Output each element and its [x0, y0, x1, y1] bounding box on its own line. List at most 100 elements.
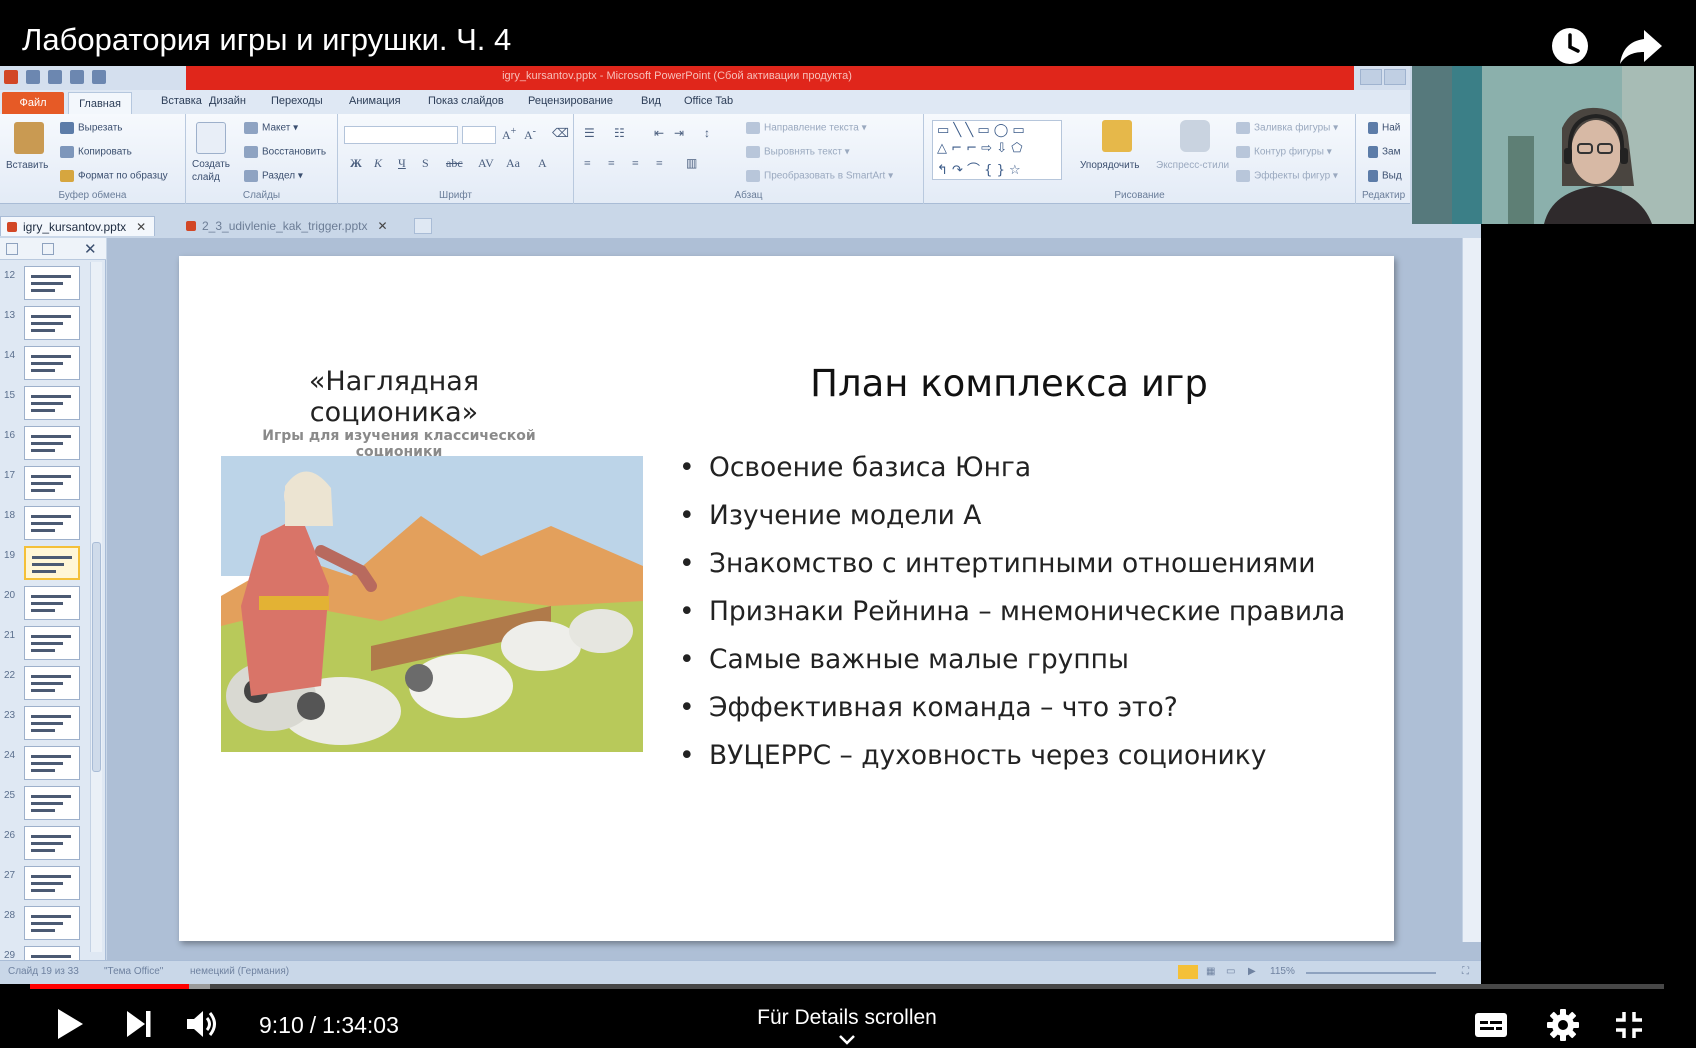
outline-view-icon[interactable]	[42, 243, 54, 255]
maximize-button[interactable]	[1384, 69, 1406, 85]
tab-home[interactable]: Главная	[68, 92, 132, 116]
arrange-icon[interactable]	[1102, 120, 1132, 152]
underline-icon[interactable]: Ч	[398, 156, 406, 171]
doc-tab[interactable]: 2_3_udivlenie_kak_trigger.pptx ✕	[180, 216, 396, 236]
tab-design[interactable]: Дизайн	[209, 95, 246, 107]
indent-decrease-icon[interactable]: ⇤	[654, 126, 664, 141]
smartart-icon	[746, 170, 760, 182]
cut-button[interactable]: Вырезать	[60, 122, 122, 134]
bold-icon[interactable]: Ж	[350, 156, 362, 171]
tab-transitions[interactable]: Переходы	[271, 95, 323, 107]
tab-file[interactable]: Файл	[2, 92, 64, 114]
align-text-button[interactable]: Выровнять текст ▾	[746, 146, 850, 158]
shrink-font-icon[interactable]: A-	[524, 126, 536, 143]
arrange-button[interactable]: Упорядочить	[1080, 160, 1140, 171]
reading-view-icon[interactable]: ▭	[1226, 966, 1235, 977]
tab-office-tab[interactable]: Office Tab	[684, 95, 733, 107]
watch-later-icon[interactable]	[1548, 24, 1592, 68]
list-item: Признаки Рейнина – мнемонические правила	[679, 596, 1345, 644]
spacing-icon[interactable]: AV	[478, 156, 494, 171]
paste-button[interactable]: Вставить	[6, 160, 48, 171]
window-caption: igry_kursantov.pptx - Microsoft PowerPoi…	[502, 70, 852, 82]
subtitles-icon[interactable]	[1474, 1012, 1508, 1038]
close-panel-icon[interactable]: ✕	[84, 240, 97, 258]
strikethrough-icon[interactable]: abc	[446, 156, 463, 171]
play-icon[interactable]	[56, 1008, 84, 1040]
text-direction-button[interactable]: Направление текста ▾	[746, 122, 867, 134]
font-color-icon[interactable]: A	[538, 156, 547, 171]
thumbnail-preview	[24, 546, 80, 580]
normal-view-icon[interactable]	[1178, 965, 1198, 979]
copy-button[interactable]: Копировать	[60, 146, 132, 158]
tab-slideshow[interactable]: Показ слайдов	[428, 95, 504, 107]
close-icon[interactable]: ✕	[136, 220, 146, 234]
progress-bar[interactable]	[30, 984, 1664, 989]
clear-format-icon[interactable]: ⌫	[552, 126, 569, 141]
zoom-slider[interactable]	[1306, 972, 1436, 974]
sorter-view-icon[interactable]: ▦	[1206, 966, 1215, 977]
slides-view-icon[interactable]	[6, 243, 18, 255]
paste-icon[interactable]	[14, 122, 44, 154]
justify-icon[interactable]: ≡	[656, 156, 663, 171]
language-indicator[interactable]: немецкий (Германия)	[190, 966, 289, 977]
settings-gear-icon[interactable]	[1546, 1008, 1580, 1042]
brush-icon	[60, 170, 74, 182]
align-center-icon[interactable]: ≡	[608, 156, 615, 171]
tab-view[interactable]: Вид	[641, 95, 661, 107]
volume-icon[interactable]	[186, 1008, 220, 1040]
close-icon[interactable]: ✕	[377, 219, 387, 233]
change-case-icon[interactable]: Aa	[506, 156, 520, 171]
fit-slide-icon[interactable]: ⛶	[1462, 966, 1469, 977]
exit-fullscreen-icon[interactable]	[1614, 1010, 1644, 1040]
find-button[interactable]: Най	[1368, 122, 1400, 134]
doc-tab-active[interactable]: igry_kursantov.pptx ✕	[0, 216, 156, 236]
group-label: Абзац	[734, 190, 763, 201]
align-left-icon[interactable]: ≡	[584, 156, 591, 171]
zoom-level[interactable]: 115%	[1270, 966, 1295, 977]
shadow-icon[interactable]: S	[422, 156, 429, 171]
reset-button[interactable]: Восстановить	[244, 146, 326, 158]
chevron-down-icon[interactable]	[838, 1034, 856, 1046]
italic-icon[interactable]: К	[374, 156, 382, 171]
grow-font-icon[interactable]: A+	[502, 126, 516, 143]
shape-effects-button[interactable]: Эффекты фигур ▾	[1236, 170, 1338, 182]
editing-group: Най Зам Выд Редактир	[1356, 114, 1416, 204]
tab-animation[interactable]: Анимация	[349, 95, 401, 107]
font-name-combo[interactable]	[344, 126, 458, 144]
scroll-hint[interactable]: Für Details scrollen	[700, 1006, 994, 1030]
slide[interactable]: «Наглядная соционика» Игры для изучения …	[179, 256, 1394, 941]
powerpoint-window: igry_kursantov.pptx - Microsoft PowerPoi…	[0, 66, 1481, 984]
shape-fill-button[interactable]: Заливка фигуры ▾	[1236, 122, 1338, 134]
line-spacing-icon[interactable]: ↕	[704, 126, 710, 141]
columns-icon[interactable]: ▥	[686, 156, 697, 171]
new-slide-button[interactable]: Создать слайд	[192, 158, 238, 184]
new-tab-button[interactable]	[414, 218, 432, 234]
numbering-icon[interactable]: ☷	[614, 126, 625, 141]
tab-insert[interactable]: Вставка	[161, 95, 202, 107]
video-title[interactable]: Лаборатория игры и игрушки. Ч. 4	[22, 22, 511, 58]
shape-outline-button[interactable]: Контур фигуры ▾	[1236, 146, 1332, 158]
slideshow-view-icon[interactable]: ▶	[1248, 966, 1256, 977]
bullets-icon[interactable]: ☰	[584, 126, 595, 141]
panel-scrollbar[interactable]	[90, 262, 102, 952]
indent-increase-icon[interactable]: ⇥	[674, 126, 684, 141]
align-right-icon[interactable]: ≡	[632, 156, 639, 171]
thumbnail-preview	[24, 706, 80, 740]
slide-canvas: «Наглядная соционика» Игры для изучения …	[107, 238, 1481, 960]
minimize-button[interactable]	[1360, 69, 1382, 85]
format-painter-button[interactable]: Формат по образцу	[60, 170, 168, 182]
shapes-gallery[interactable]: ▭ ╲ ╲ ▭ ◯ ▭ △ ⌐ ⌐ ⇨ ⇩ ⬠ ↰ ↷ ⌒ { } ☆	[932, 120, 1062, 180]
share-icon[interactable]	[1618, 24, 1664, 68]
smartart-button[interactable]: Преобразовать в SmartArt ▾	[746, 170, 893, 182]
section-button[interactable]: Раздел ▾	[244, 170, 303, 182]
font-size-combo[interactable]	[462, 126, 496, 144]
next-icon[interactable]	[126, 1010, 152, 1038]
canvas-scrollbar[interactable]	[1462, 238, 1481, 942]
new-slide-icon[interactable]	[196, 122, 226, 154]
quick-styles-button[interactable]: Экспресс-стили	[1156, 160, 1229, 171]
select-button[interactable]: Выд	[1368, 170, 1402, 182]
replace-button[interactable]: Зам	[1368, 146, 1400, 158]
quick-styles-icon[interactable]	[1180, 120, 1210, 152]
tab-review[interactable]: Рецензирование	[528, 95, 613, 107]
layout-button[interactable]: Макет ▾	[244, 122, 298, 134]
